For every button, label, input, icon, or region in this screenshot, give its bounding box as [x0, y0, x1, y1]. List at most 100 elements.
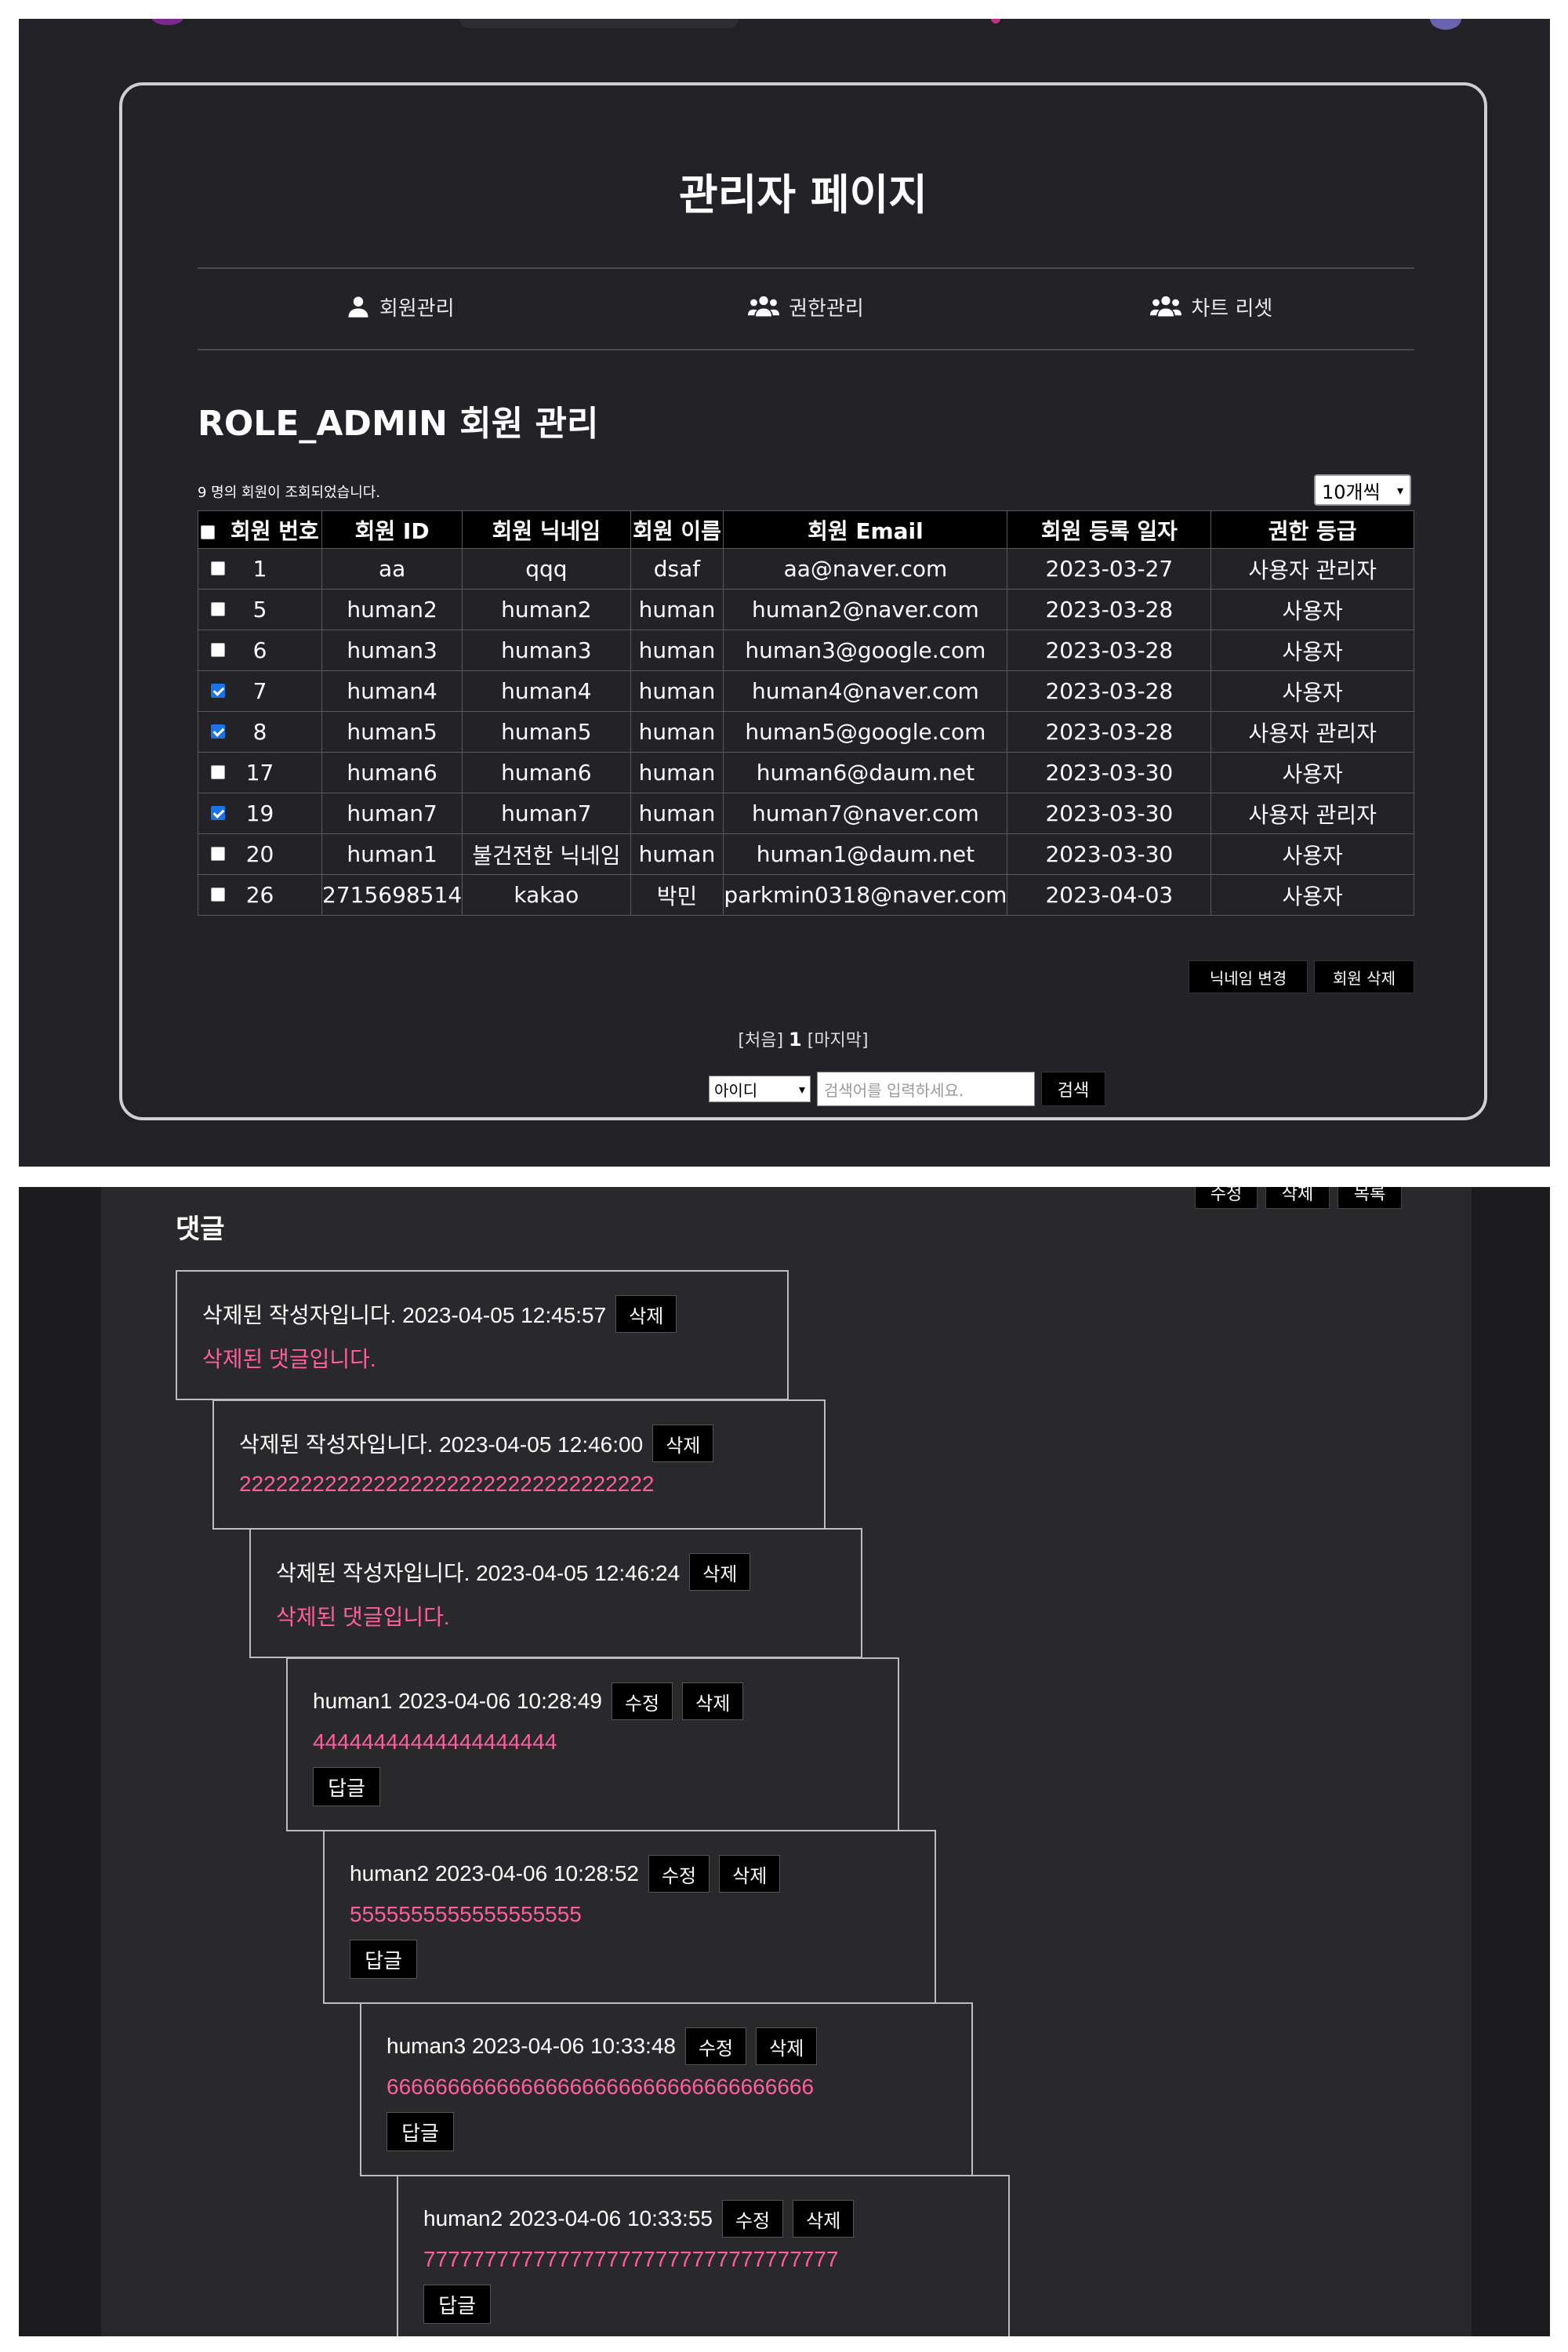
row-checkbox[interactable]	[211, 724, 225, 739]
admin-card: 관리자 페이지 회원관리 권한관리 차트 리셋 ROLE_ADMIN 회원 관리…	[119, 82, 1487, 1120]
page-first-link[interactable]: [처음]	[738, 1031, 783, 1051]
table-cell: 사용자	[1210, 874, 1414, 916]
table-row[interactable]: 17 human6 human6 human human6@daum.net 2023-0…	[197, 752, 1414, 793]
reply-button[interactable]: 답글	[387, 2112, 454, 2151]
cell-text: 5	[252, 597, 267, 622]
column-header: 회원 닉네임	[462, 510, 631, 549]
comment-delete-button[interactable]: 삭제	[756, 2027, 818, 2065]
search-field-select[interactable]: 아이디 ▾	[709, 1076, 811, 1102]
table-cell: human	[630, 670, 724, 712]
comment-delete-button[interactable]: 삭제	[793, 2200, 855, 2238]
select-all-checkbox[interactable]	[201, 524, 216, 539]
search-input[interactable]: 검색어를 입력하세요.	[817, 1072, 1035, 1106]
table-row[interactable]: 8 human5 human5 human human5@google.com 2023-…	[197, 711, 1414, 753]
cell-text: 20	[245, 841, 274, 867]
header-search-bar[interactable]	[458, 19, 740, 28]
reply-button[interactable]: 답글	[313, 1767, 380, 1806]
table-cell: 2023-03-28	[1007, 711, 1212, 753]
table-cell: 사용자 관리자	[1210, 711, 1414, 753]
nav-permission-management[interactable]: 권한관리	[603, 267, 1008, 346]
column-header: 회원 Email	[723, 510, 1008, 549]
table-cell: 2715698514	[321, 874, 463, 916]
table-header-row: 회원 번호 회원 ID 회원 닉네임 회원 이름 회원 Email 회원 등록 …	[197, 510, 1414, 549]
comment-edit-button[interactable]: 수정	[611, 1682, 673, 1720]
row-checkbox[interactable]	[211, 806, 225, 820]
comment-header: human2 2023-04-06 10:28:52 수정 삭제	[350, 1855, 781, 1893]
page-last-link[interactable]: [마지막]	[808, 1031, 869, 1051]
table-cell: human2	[462, 589, 631, 630]
member-number-cell: 1	[197, 548, 323, 590]
search-placeholder: 검색어를 입력하세요.	[824, 1080, 964, 1100]
comment-item: 삭제된 작성자입니다. 2023-04-05 12:46:00 삭제 2222222…	[212, 1399, 826, 1530]
search-button[interactable]: 검색	[1041, 1072, 1105, 1106]
page-current[interactable]: 1	[789, 1029, 802, 1051]
comment-edit-button[interactable]: 수정	[684, 2027, 747, 2065]
comment-delete-button[interactable]: 삭제	[652, 1425, 714, 1462]
comment-delete-button[interactable]: 삭제	[615, 1295, 677, 1333]
change-nickname-button[interactable]: 닉네임 변경	[1189, 960, 1308, 993]
reply-button[interactable]: 답글	[423, 2285, 491, 2324]
delete-post-button[interactable]: 삭제	[1265, 1187, 1330, 1209]
table-row[interactable]: 7 human4 human4 human human4@naver.com 2023-0…	[197, 670, 1414, 712]
cell-text: 8	[252, 719, 267, 745]
table-cell: 2023-03-28	[1007, 670, 1212, 712]
notification-icon[interactable]	[991, 19, 1000, 24]
row-checkbox[interactable]	[211, 561, 225, 575]
row-checkbox[interactable]	[211, 602, 225, 616]
row-checkbox[interactable]	[211, 643, 225, 657]
table-row[interactable]: 26 2715698514 kakao 박민 parkmin0318@naver.com…	[197, 874, 1414, 916]
header-select-all[interactable]: 회원 번호	[197, 510, 323, 549]
comment-author-date: human1 2023-04-06 10:28:49	[313, 1689, 602, 1713]
comment-delete-button[interactable]: 삭제	[719, 1855, 781, 1893]
comment-delete-button[interactable]: 삭제	[682, 1682, 744, 1720]
users-icon	[1150, 296, 1182, 317]
table-row[interactable]: 5 human2 human2 human human2@naver.com 2023-0…	[197, 589, 1414, 630]
table-cell: 2023-03-27	[1007, 548, 1212, 590]
result-count: 9 명의 회원이 조회되었습니다.	[198, 485, 381, 501]
comment-delete-button[interactable]: 삭제	[689, 1553, 751, 1591]
table-row[interactable]: 6 human3 human3 human human3@google.com 2023-…	[197, 630, 1414, 671]
comment-item: 삭제된 작성자입니다. 2023-04-05 12:46:24 삭제 삭제된 댓글입…	[249, 1528, 862, 1658]
search-field-value: 아이디	[714, 1080, 758, 1100]
users-icon	[748, 296, 780, 317]
reply-button[interactable]: 답글	[350, 1940, 417, 1979]
page-size-select[interactable]: 10개씩 ▾	[1314, 474, 1411, 506]
table-cell: dsaf	[630, 548, 724, 590]
nav-chart-reset[interactable]: 차트 리셋	[1009, 267, 1414, 346]
table-cell: parkmin0318@naver.com	[723, 874, 1008, 916]
row-checkbox[interactable]	[211, 684, 225, 698]
comment-text: 삭제된 댓글입니다.	[202, 1347, 376, 1371]
member-number-cell: 7	[197, 670, 323, 712]
comment-edit-button[interactable]: 수정	[648, 1855, 710, 1893]
nav-member-management[interactable]: 회원관리	[198, 267, 603, 346]
table-cell: human2@naver.com	[723, 589, 1008, 630]
row-checkbox[interactable]	[211, 887, 225, 902]
avatar[interactable]	[1430, 19, 1461, 30]
divider	[198, 349, 1414, 350]
column-header: 권한 등급	[1210, 510, 1414, 549]
table-row[interactable]: 20 human1 불건전한 닉네임 human human1@daum.net 2023…	[197, 833, 1414, 875]
delete-member-button[interactable]: 회원 삭제	[1314, 960, 1414, 993]
chevron-down-icon: ▾	[798, 1081, 805, 1097]
table-cell: human	[630, 589, 724, 630]
table-cell: 사용자	[1210, 670, 1414, 712]
member-number-cell: 6	[197, 630, 323, 671]
table-cell: human7	[321, 793, 463, 834]
table-cell: human6	[321, 752, 463, 793]
nav-label: 회원관리	[379, 296, 455, 321]
comment-edit-button[interactable]: 수정	[721, 2200, 784, 2238]
comments-heading: 댓글	[176, 1214, 225, 1245]
table-cell: 2023-03-30	[1007, 833, 1212, 875]
edit-post-button[interactable]: 수정	[1195, 1187, 1258, 1209]
cell-text: 26	[245, 882, 274, 908]
list-button[interactable]: 목록	[1338, 1187, 1402, 1209]
cell-text: 19	[245, 800, 274, 826]
comment-header: 삭제된 작성자입니다. 2023-04-05 12:45:57 삭제	[202, 1295, 677, 1333]
table-cell: 사용자	[1210, 833, 1414, 875]
table-row[interactable]: 19 human7 human7 human human7@naver.com 2023-…	[197, 793, 1414, 834]
table-cell: human4@naver.com	[723, 670, 1008, 712]
row-checkbox[interactable]	[211, 765, 225, 779]
table-row[interactable]: 1 aa qqq dsaf aa@naver.com 2023-03-27 사용자 관리자	[197, 548, 1414, 590]
nav-label: 권한관리	[789, 296, 864, 321]
row-checkbox[interactable]	[211, 847, 225, 861]
